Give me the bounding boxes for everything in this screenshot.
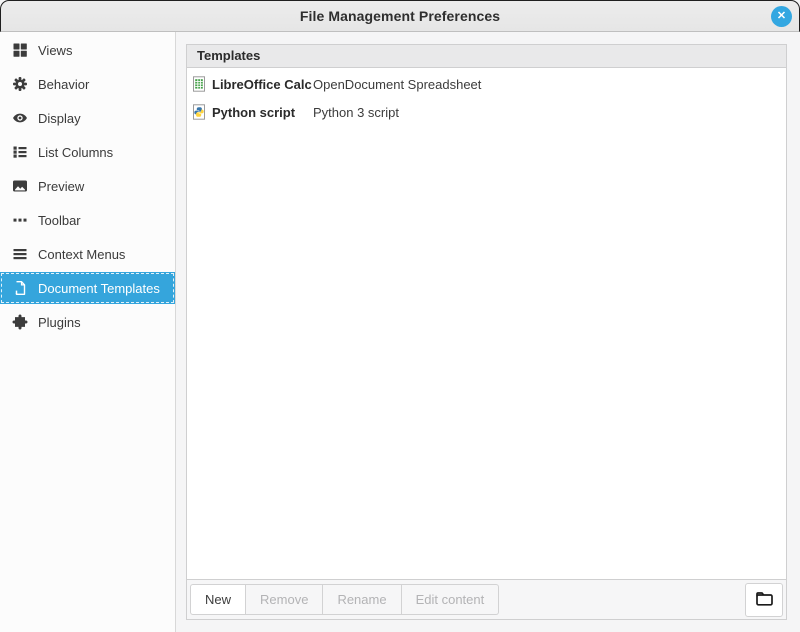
templates-list: LibreOffice Calc OpenDocument Spreadshee… [187, 68, 786, 579]
template-name: Python script [212, 105, 313, 120]
puzzle-icon [12, 314, 28, 330]
sidebar-item-label: Views [38, 43, 72, 58]
sidebar: Views Behavior [0, 32, 176, 632]
new-button[interactable]: New [190, 584, 246, 615]
sidebar-item-label: List Columns [38, 145, 113, 160]
window-title: File Management Preferences [300, 8, 500, 24]
document-icon [12, 280, 28, 296]
ellipsis-icon [12, 212, 28, 228]
spreadsheet-icon [191, 76, 207, 92]
sidebar-item-views[interactable]: Views [0, 34, 175, 66]
edit-content-button[interactable]: Edit content [402, 584, 500, 615]
sidebar-item-plugins[interactable]: Plugins [0, 306, 175, 338]
remove-button[interactable]: Remove [246, 584, 323, 615]
template-description: Python 3 script [313, 105, 399, 120]
python-icon [191, 104, 207, 120]
template-actions-group: New Remove Rename Edit content [190, 584, 499, 615]
open-templates-folder-button[interactable] [745, 583, 783, 617]
sidebar-item-context-menus[interactable]: Context Menus [0, 238, 175, 270]
template-name: LibreOffice Calc [212, 77, 313, 92]
sidebar-item-toolbar[interactable]: Toolbar [0, 204, 175, 236]
sidebar-item-preview[interactable]: Preview [0, 170, 175, 202]
eye-icon [12, 110, 28, 126]
sidebar-item-display[interactable]: Display [0, 102, 175, 134]
preferences-window: File Management Preferences ✕ Views [0, 0, 800, 632]
templates-column-header[interactable]: Templates [187, 45, 786, 68]
main-area: Templates [176, 32, 800, 632]
sidebar-item-label: Context Menus [38, 247, 125, 262]
window-body: Views Behavior [0, 32, 800, 632]
menu-lines-icon [12, 246, 28, 262]
sidebar-item-label: Preview [38, 179, 84, 194]
titlebar[interactable]: File Management Preferences ✕ [0, 0, 800, 32]
sidebar-item-label: Plugins [38, 315, 81, 330]
rename-button[interactable]: Rename [323, 584, 401, 615]
sidebar-item-label: Display [38, 111, 81, 126]
sidebar-item-list-columns[interactable]: List Columns [0, 136, 175, 168]
sidebar-item-label: Toolbar [38, 213, 81, 228]
sidebar-item-label: Document Templates [38, 281, 160, 296]
list-columns-icon [12, 144, 28, 160]
image-icon [12, 178, 28, 194]
sidebar-item-behavior[interactable]: Behavior [0, 68, 175, 100]
sidebar-item-document-templates[interactable]: Document Templates [0, 272, 175, 304]
grid-icon [12, 42, 28, 58]
close-button[interactable]: ✕ [771, 6, 792, 27]
template-description: OpenDocument Spreadsheet [313, 77, 481, 92]
folder-icon [755, 590, 774, 610]
sidebar-item-label: Behavior [38, 77, 89, 92]
template-row-libreoffice-calc[interactable]: LibreOffice Calc OpenDocument Spreadshee… [187, 70, 786, 98]
templates-toolbar: New Remove Rename Edit content [187, 579, 786, 619]
close-icon: ✕ [777, 11, 786, 22]
template-row-python-script[interactable]: Python script Python 3 script [187, 98, 786, 126]
gear-icon [12, 76, 28, 92]
templates-panel: Templates [186, 44, 787, 620]
